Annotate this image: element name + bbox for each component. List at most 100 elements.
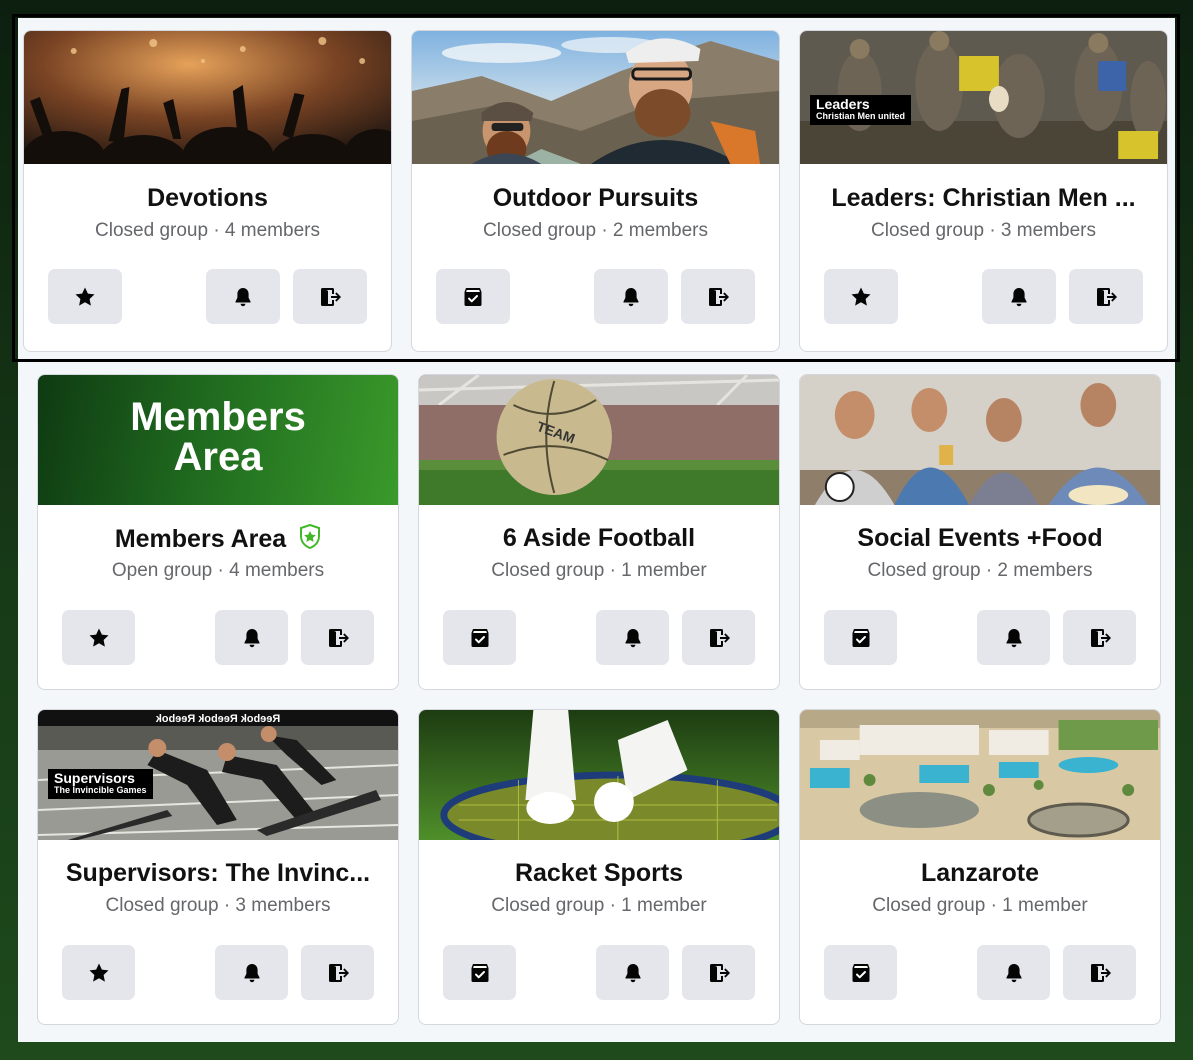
leave-group-button[interactable] bbox=[293, 269, 367, 324]
favorite-button[interactable] bbox=[62, 945, 135, 1000]
group-cover-image[interactable] bbox=[419, 710, 779, 840]
group-title[interactable]: Racket Sports bbox=[429, 859, 769, 888]
group-meta: Closed group · 1 member bbox=[491, 895, 707, 916]
group-meta: Closed group · 4 members bbox=[95, 220, 320, 241]
archive-check-icon bbox=[468, 961, 492, 985]
notifications-button[interactable] bbox=[982, 269, 1056, 324]
group-card[interactable]: TEAM 6 Aside Football Closed group · 1 m… bbox=[418, 374, 780, 690]
group-meta: Closed group · 1 member bbox=[872, 895, 1088, 916]
group-cover-image[interactable] bbox=[800, 375, 1160, 505]
group-card[interactable]: Outdoor Pursuits Closed group · 2 member… bbox=[411, 30, 780, 352]
favorite-button[interactable] bbox=[48, 269, 122, 324]
notifications-button[interactable] bbox=[596, 945, 669, 1000]
star-icon bbox=[849, 285, 873, 309]
leave-group-button[interactable] bbox=[1069, 269, 1143, 324]
leave-group-icon bbox=[326, 626, 350, 650]
group-cover-image[interactable]: Members Area bbox=[38, 375, 398, 505]
group-card[interactable]: Social Events +Food Closed group · 2 mem… bbox=[799, 374, 1161, 690]
leave-group-icon bbox=[1094, 285, 1118, 309]
archive-button[interactable] bbox=[824, 945, 897, 1000]
leave-group-button[interactable] bbox=[1063, 610, 1136, 665]
bell-icon bbox=[231, 285, 255, 309]
bell-icon bbox=[619, 285, 643, 309]
group-title[interactable]: Leaders: Christian Men ... bbox=[810, 184, 1157, 213]
bell-icon bbox=[1007, 285, 1031, 309]
group-cover-image[interactable]: Reebok Reebok Reebok Supervisors The Inv… bbox=[38, 710, 398, 840]
leave-group-icon bbox=[707, 626, 731, 650]
notifications-button[interactable] bbox=[215, 945, 288, 1000]
group-title[interactable]: 6 Aside Football bbox=[429, 524, 769, 553]
favorite-button[interactable] bbox=[824, 269, 898, 324]
notifications-button[interactable] bbox=[596, 610, 669, 665]
favorite-button[interactable] bbox=[62, 610, 135, 665]
star-icon bbox=[73, 285, 97, 309]
cover-caption-title: Leaders bbox=[816, 96, 870, 112]
group-meta: Closed group · 3 members bbox=[871, 220, 1096, 241]
bell-icon bbox=[240, 961, 264, 985]
cover-text-line-1: Members bbox=[130, 395, 306, 439]
cover-text-line-2: Area bbox=[173, 435, 263, 479]
group-cover-image[interactable]: Leaders Christian Men united bbox=[800, 31, 1167, 164]
cover-text: Members Area bbox=[38, 397, 398, 477]
leave-group-button[interactable] bbox=[681, 269, 755, 324]
group-meta: Closed group · 1 member bbox=[491, 560, 707, 581]
notifications-button[interactable] bbox=[206, 269, 280, 324]
cover-caption: Supervisors The Invincible Games bbox=[48, 769, 153, 800]
leave-group-button[interactable] bbox=[682, 610, 755, 665]
group-card[interactable]: Lanzarote Closed group · 1 member bbox=[799, 709, 1161, 1025]
group-meta: Closed group · 3 members bbox=[105, 895, 331, 916]
star-icon bbox=[87, 626, 111, 650]
notifications-button[interactable] bbox=[977, 945, 1050, 1000]
archive-check-icon bbox=[849, 626, 873, 650]
group-card[interactable]: Leaders Christian Men united Leaders: Ch… bbox=[799, 30, 1168, 352]
notifications-button[interactable] bbox=[215, 610, 288, 665]
star-icon bbox=[87, 961, 111, 985]
cover-caption-subtitle: The Invincible Games bbox=[54, 785, 147, 796]
cover-caption-title: Supervisors bbox=[54, 770, 135, 786]
archive-check-icon bbox=[849, 961, 873, 985]
leave-group-button[interactable] bbox=[301, 945, 374, 1000]
notifications-button[interactable] bbox=[594, 269, 668, 324]
notifications-button[interactable] bbox=[977, 610, 1050, 665]
archive-button[interactable] bbox=[443, 945, 516, 1000]
bell-icon bbox=[621, 626, 645, 650]
group-meta: Open group · 4 members bbox=[111, 560, 325, 581]
group-cover-image[interactable] bbox=[412, 31, 779, 164]
cover-caption: Leaders Christian Men united bbox=[810, 95, 912, 126]
archive-button[interactable] bbox=[824, 610, 897, 665]
group-card[interactable]: Racket Sports Closed group · 1 member bbox=[418, 709, 780, 1025]
cover-caption-subtitle: Christian Men united bbox=[816, 111, 906, 122]
leave-group-icon bbox=[706, 285, 730, 309]
leave-group-button[interactable] bbox=[682, 945, 755, 1000]
group-title[interactable]: Devotions bbox=[34, 184, 381, 213]
bell-icon bbox=[1002, 626, 1026, 650]
group-cover-image[interactable] bbox=[800, 710, 1160, 840]
verified-shield-icon bbox=[300, 524, 321, 550]
group-meta: Closed group · 2 members bbox=[867, 560, 1093, 581]
group-title[interactable]: Supervisors: The Invinc... bbox=[48, 859, 388, 888]
group-title[interactable]: Social Events +Food bbox=[810, 524, 1150, 553]
leave-group-icon bbox=[326, 961, 350, 985]
group-meta: Closed group · 2 members bbox=[483, 220, 708, 241]
archive-button[interactable] bbox=[443, 610, 516, 665]
archive-check-icon bbox=[468, 626, 492, 650]
banner-text: Reebok Reebok Reebok bbox=[155, 713, 280, 725]
group-card[interactable]: Devotions Closed group · 4 members bbox=[23, 30, 392, 352]
archive-button[interactable] bbox=[436, 269, 510, 324]
leave-group-icon bbox=[707, 961, 731, 985]
group-cover-image[interactable]: TEAM bbox=[419, 375, 779, 505]
leave-group-icon bbox=[1088, 961, 1112, 985]
group-card[interactable]: Members Area Members Area Open group · 4… bbox=[37, 374, 399, 690]
archive-check-icon bbox=[461, 285, 485, 309]
leave-group-button[interactable] bbox=[301, 610, 374, 665]
group-title[interactable]: Outdoor Pursuits bbox=[422, 184, 769, 213]
leave-group-icon bbox=[318, 285, 342, 309]
group-title-text[interactable]: Members Area bbox=[115, 525, 286, 553]
group-card[interactable]: Reebok Reebok Reebok Supervisors The Inv… bbox=[37, 709, 399, 1025]
leave-group-icon bbox=[1088, 626, 1112, 650]
group-cover-image[interactable] bbox=[24, 31, 391, 164]
leave-group-button[interactable] bbox=[1063, 945, 1136, 1000]
group-title[interactable]: Members Area bbox=[48, 524, 388, 554]
bell-icon bbox=[1002, 961, 1026, 985]
group-title[interactable]: Lanzarote bbox=[810, 859, 1150, 888]
